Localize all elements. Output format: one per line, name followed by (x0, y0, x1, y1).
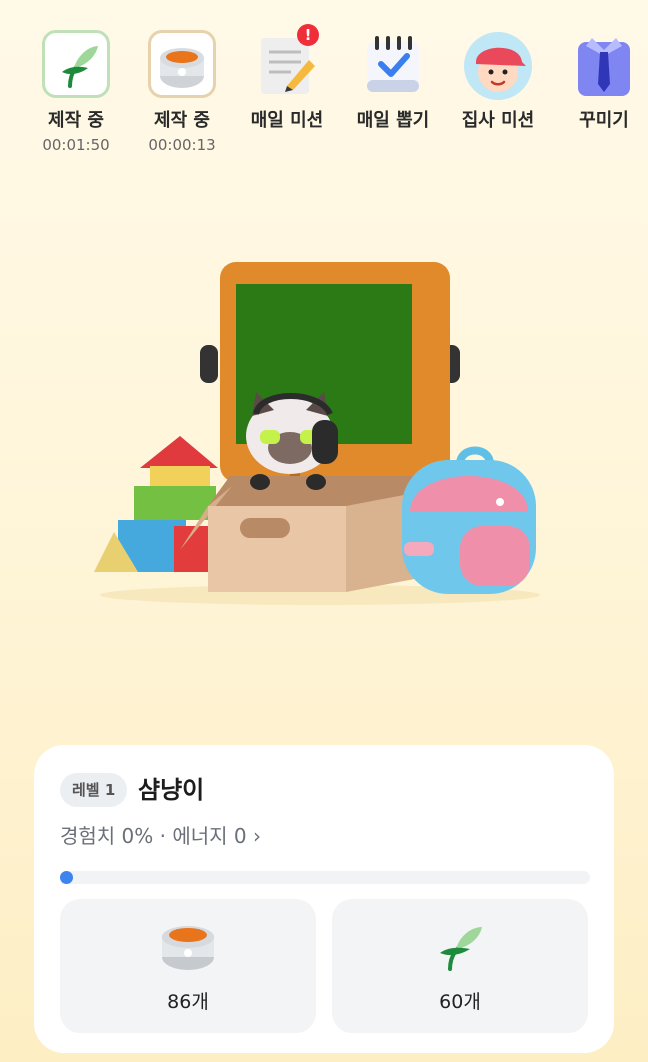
menu-label: 제작 중 (154, 110, 210, 131)
experience-energy-link[interactable]: 경험치 0% · 에너지 0 › (60, 821, 261, 851)
notification-badge: ! (297, 24, 319, 46)
crafting-timer: 00:00:13 (148, 136, 216, 154)
menu-label: 집사 미션 (461, 110, 535, 131)
inventory-leaf-tile[interactable]: 60개 (332, 899, 588, 1033)
menu-label: 제작 중 (48, 110, 104, 131)
leaf-count: 60개 (439, 991, 481, 1013)
menu-label: 매일 뽑기 (356, 110, 430, 131)
notepad-pencil-icon: ! (251, 24, 323, 100)
level-badge: 레벨 1 (60, 773, 128, 807)
leaf-crafting-icon (40, 28, 112, 100)
boy-cap-avatar-icon (462, 28, 534, 100)
menu-label: 매일 미션 (250, 110, 324, 131)
food-bowl-crafting-icon (146, 28, 218, 100)
inventory-food-tile[interactable]: 86개 (60, 899, 316, 1033)
leaf-icon (440, 927, 482, 971)
experience-progress-bar (60, 871, 590, 884)
menu-crafting-leaf[interactable]: 제작 중 00:01:50 (24, 28, 128, 154)
menu-butler-mission[interactable]: 집사 미션 (446, 28, 550, 132)
shirt-tie-icon (568, 28, 640, 100)
pet-status-card: 레벨 1 샴냥이 경험치 0% · 에너지 0 › 86개 60개 (34, 745, 614, 1053)
menu-daily-draw[interactable]: 매일 뽑기 (341, 28, 445, 132)
menu-decorate[interactable]: 꾸미기 (552, 28, 648, 132)
food-count: 86개 (167, 991, 209, 1013)
toy-blocks-illustration (94, 436, 224, 572)
pet-scene-illustration[interactable] (80, 250, 560, 610)
menu-daily-mission[interactable]: ! 매일 미션 (235, 24, 339, 132)
menu-label: 꾸미기 (579, 110, 629, 131)
food-bowl-icon (162, 926, 214, 970)
menu-crafting-food[interactable]: 제작 중 00:00:13 (130, 28, 234, 154)
crafting-timer: 00:01:50 (42, 136, 110, 154)
top-menu: 제작 중 00:01:50 제작 중 00:00:13 ! 매일 미션 매일 뽑… (0, 24, 648, 168)
backpack-illustration (402, 446, 536, 594)
calendar-check-icon (357, 28, 429, 100)
cardboard-box-illustration (180, 476, 430, 592)
pet-name: 샴냥이 (138, 776, 205, 804)
experience-progress-fill (60, 871, 73, 884)
